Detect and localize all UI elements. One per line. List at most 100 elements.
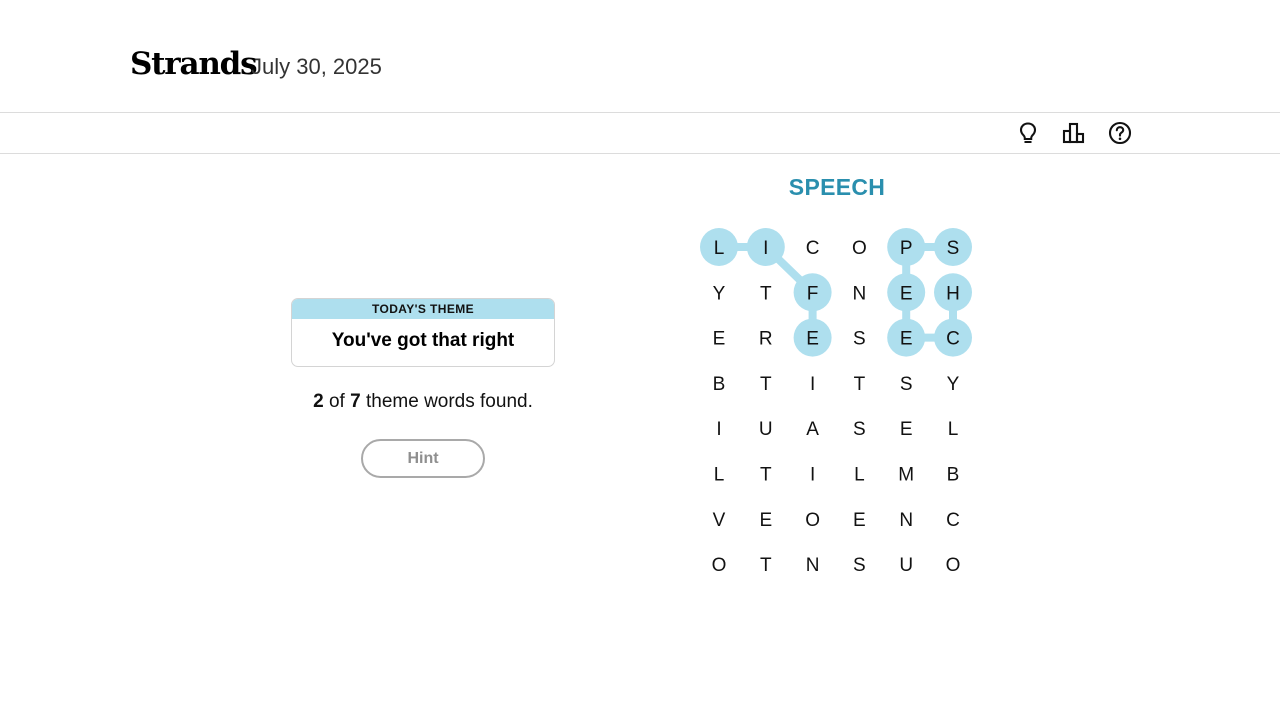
letter: A bbox=[806, 419, 819, 440]
letter: Y bbox=[713, 283, 726, 304]
letter-cell[interactable]: N bbox=[853, 283, 867, 304]
letter-cell[interactable]: V bbox=[713, 510, 726, 531]
letter: I bbox=[763, 238, 768, 259]
letter-cell[interactable]: E bbox=[887, 318, 926, 357]
letter: U bbox=[899, 555, 913, 576]
theme-clue: You've got that right bbox=[331, 330, 515, 351]
letter: L bbox=[948, 419, 959, 440]
header: Strands July 30, 2025 bbox=[0, 0, 1280, 113]
letter-cell[interactable]: E bbox=[853, 510, 866, 531]
letter: S bbox=[853, 555, 866, 576]
help-button[interactable] bbox=[1107, 120, 1133, 146]
letter: T bbox=[760, 465, 772, 486]
game-logo: Strands bbox=[130, 46, 258, 82]
letter: E bbox=[759, 510, 772, 531]
letter-cell[interactable]: F bbox=[793, 273, 832, 312]
letter: P bbox=[900, 238, 913, 259]
letter-cell[interactable]: Y bbox=[947, 374, 960, 395]
letter-cell[interactable]: E bbox=[793, 318, 832, 357]
hint-lightbulb-button[interactable] bbox=[1015, 120, 1041, 146]
letter: N bbox=[806, 555, 820, 576]
letter-cell[interactable]: U bbox=[899, 555, 913, 576]
progress-of: of bbox=[328, 391, 345, 412]
letter-cell[interactable]: O bbox=[712, 555, 727, 576]
letter: N bbox=[853, 283, 867, 304]
letter-cell[interactable]: L bbox=[700, 228, 738, 266]
current-word: SPEECH bbox=[788, 174, 886, 200]
letter-cell[interactable]: I bbox=[746, 228, 785, 266]
letter: I bbox=[716, 419, 721, 440]
letter: S bbox=[900, 374, 913, 395]
letter: R bbox=[759, 329, 773, 350]
letter: S bbox=[853, 329, 866, 350]
letter-cell[interactable]: E bbox=[900, 419, 913, 440]
letter-cell[interactable]: N bbox=[899, 510, 913, 531]
letter-cell[interactable]: I bbox=[716, 419, 721, 440]
letter-cell[interactable]: L bbox=[948, 419, 959, 440]
letter-cell[interactable]: T bbox=[760, 283, 772, 304]
letter-cell[interactable]: C bbox=[806, 238, 820, 259]
theme-card: TODAY'S THEME You've got that right bbox=[291, 298, 555, 367]
letter-cell[interactable]: H bbox=[934, 273, 972, 312]
letter-cell[interactable]: T bbox=[854, 374, 866, 395]
letter-cell[interactable]: T bbox=[760, 555, 772, 576]
letter-cell[interactable]: C bbox=[934, 318, 972, 357]
letter-cell[interactable]: L bbox=[714, 465, 725, 486]
letter-cell[interactable]: O bbox=[852, 238, 867, 259]
letter: N bbox=[899, 510, 913, 531]
letter-cell[interactable]: L bbox=[854, 465, 865, 486]
letter: M bbox=[898, 465, 914, 486]
letter-cell[interactable]: O bbox=[946, 555, 961, 576]
letter-cell[interactable]: R bbox=[759, 329, 773, 350]
letter-cell[interactable]: S bbox=[853, 555, 866, 576]
letter-cell[interactable]: E bbox=[713, 329, 726, 350]
letter-cell[interactable]: T bbox=[760, 465, 772, 486]
letter-cell[interactable]: S bbox=[900, 374, 913, 395]
lightbulb-icon bbox=[1019, 122, 1037, 144]
letter-cell[interactable]: B bbox=[713, 374, 726, 395]
letter: L bbox=[854, 465, 865, 486]
toolbar bbox=[0, 113, 1280, 154]
letter-cell[interactable]: M bbox=[898, 465, 914, 486]
letter-cell[interactable]: E bbox=[759, 510, 772, 531]
letter-cell[interactable]: U bbox=[759, 419, 773, 440]
letter: S bbox=[853, 419, 866, 440]
letter: B bbox=[713, 374, 726, 395]
letter: I bbox=[810, 465, 815, 486]
letter-cell[interactable]: N bbox=[806, 555, 820, 576]
total-count: 7 bbox=[350, 391, 361, 412]
letter: L bbox=[714, 465, 725, 486]
letter: O bbox=[946, 555, 961, 576]
letter-cell[interactable]: Y bbox=[713, 283, 726, 304]
letter-cell[interactable]: I bbox=[810, 374, 815, 395]
letter: C bbox=[946, 510, 960, 531]
letter-cell[interactable]: E bbox=[887, 273, 926, 312]
letter-cell[interactable]: S bbox=[934, 228, 972, 266]
puzzle-date: July 30, 2025 bbox=[251, 54, 382, 79]
letter-cell[interactable]: S bbox=[853, 419, 866, 440]
letter-cell[interactable]: P bbox=[887, 228, 926, 266]
theme-heading: TODAY'S THEME bbox=[292, 299, 554, 319]
letter: E bbox=[900, 329, 913, 350]
letter-cell[interactable]: O bbox=[805, 510, 820, 531]
letter-cell[interactable]: A bbox=[806, 419, 819, 440]
letter: S bbox=[947, 238, 960, 259]
progress-suffix: theme words found. bbox=[365, 391, 533, 412]
letter-cell[interactable]: C bbox=[946, 510, 960, 531]
letter-cell[interactable]: I bbox=[810, 465, 815, 486]
leaderboard-icon bbox=[1062, 122, 1085, 144]
letter: I bbox=[810, 374, 815, 395]
letter: E bbox=[806, 329, 819, 350]
letter-cell[interactable]: S bbox=[853, 329, 866, 350]
hint-button[interactable]: Hint bbox=[361, 439, 485, 478]
letter: H bbox=[946, 283, 960, 304]
letter: O bbox=[805, 510, 820, 531]
letter: T bbox=[760, 374, 772, 395]
progress-text: 2 of 7 theme words found. bbox=[291, 389, 555, 415]
letter-cell[interactable]: B bbox=[947, 465, 960, 486]
letter-cell[interactable]: T bbox=[760, 374, 772, 395]
letter: E bbox=[900, 283, 913, 304]
letter: T bbox=[760, 283, 772, 304]
stats-button[interactable] bbox=[1061, 120, 1087, 146]
letter: T bbox=[854, 374, 866, 395]
